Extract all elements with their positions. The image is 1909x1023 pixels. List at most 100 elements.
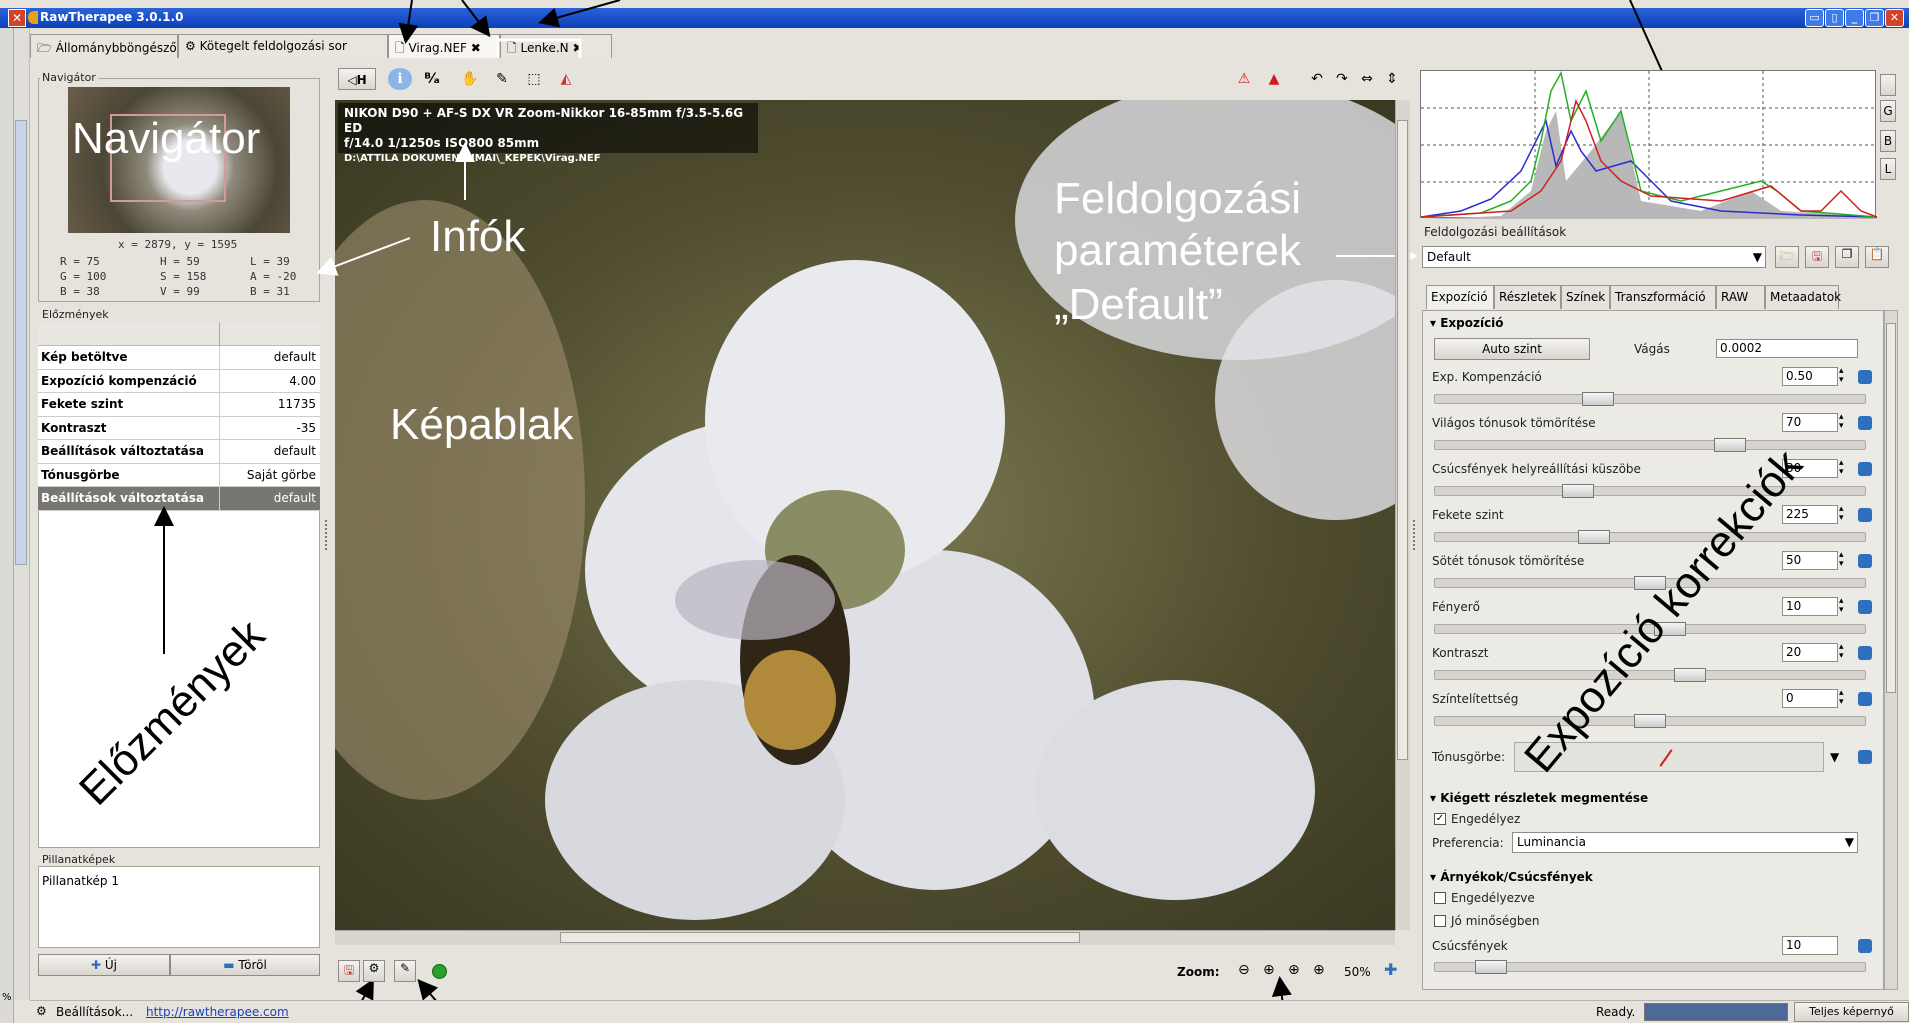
reset-icon[interactable] <box>1858 646 1872 660</box>
param-spin[interactable]: 70 <box>1782 413 1838 432</box>
tab-file-browser[interactable]: 🗁 Állománybböngésző <box>30 34 178 58</box>
spin-arrows-icon[interactable]: ▴ ▾ <box>1839 551 1844 569</box>
shadow-warning-icon[interactable]: ▲ <box>1262 68 1286 90</box>
histogram-toggle-r[interactable] <box>1880 74 1896 96</box>
tool-tab[interactable]: Metaadatok <box>1765 285 1841 309</box>
settings-icon[interactable]: ⚙ <box>36 1004 47 1018</box>
highlight-warning-icon[interactable]: ⚠ <box>1232 68 1256 90</box>
slider-knob[interactable] <box>1475 960 1507 974</box>
preference-select[interactable]: Luminancia ▼ <box>1512 832 1858 853</box>
param-spin[interactable]: 10 <box>1782 597 1838 616</box>
close-button[interactable]: ✕ <box>1885 9 1904 27</box>
new-window-icon[interactable]: ✚ <box>1384 960 1397 979</box>
snapshot-item[interactable]: Pillanatkép 1 <box>42 874 119 888</box>
reset-icon[interactable] <box>1858 939 1872 953</box>
clip-input[interactable]: 0.0002 <box>1716 339 1858 358</box>
reset-icon[interactable] <box>1858 692 1872 706</box>
slider-knob[interactable] <box>1634 714 1666 728</box>
minimize-button[interactable]: _ <box>1845 9 1864 27</box>
website-link[interactable]: http://rawtherapee.com <box>146 1005 289 1019</box>
image-hscrollbar[interactable] <box>335 930 1395 945</box>
tool-tab[interactable]: Transzformáció <box>1610 285 1716 309</box>
image-vscroll-thumb[interactable] <box>1397 120 1408 760</box>
zoom-fit-icon[interactable]: ⊕ <box>1263 962 1275 978</box>
rotate-right-icon[interactable]: ↷ <box>1330 68 1354 90</box>
hide-history-button[interactable]: ◁H <box>338 68 376 90</box>
rotate-left-icon[interactable]: ↶ <box>1305 68 1329 90</box>
param-spin[interactable]: 20 <box>1782 643 1838 662</box>
reset-curve-icon[interactable] <box>1858 750 1872 764</box>
param-spin[interactable]: 0 <box>1782 689 1838 708</box>
histogram-toggle-b[interactable]: B <box>1880 130 1896 152</box>
spin-arrows-icon[interactable]: ▴ ▾ <box>1839 597 1844 615</box>
history-row[interactable]: Kontraszt -35 <box>38 416 320 440</box>
tab-batch-queue[interactable]: ⚙ Kötegelt feldolgozási sor <box>178 34 388 58</box>
queue-icon[interactable]: ⚙ <box>363 960 385 982</box>
save-profile-icon[interactable]: 🖫 <box>1805 246 1829 268</box>
tool-tab[interactable]: RAW <box>1716 285 1765 309</box>
fullscreen-button[interactable]: Teljes képernyő <box>1794 1002 1909 1022</box>
color-picker-icon[interactable]: ✎ <box>490 68 514 90</box>
spin-arrows-icon[interactable]: ▴ ▾ <box>1839 413 1844 431</box>
zoom-in-icon[interactable]: ⊕ <box>1288 962 1300 978</box>
close-window-button[interactable]: ✕ <box>8 9 26 27</box>
before-after-icon[interactable]: ᴮ⁄ₐ <box>420 68 444 90</box>
image-hscroll-thumb[interactable] <box>560 932 1080 943</box>
shadows-highlights-spin[interactable]: 10 <box>1782 936 1838 955</box>
tool-tab[interactable]: Expozíció <box>1426 285 1494 309</box>
maximize-button[interactable]: ❐ <box>1865 9 1884 27</box>
tool-panel-scroll-thumb[interactable] <box>1886 323 1896 693</box>
shadows-enable-checkbox[interactable] <box>1434 892 1446 904</box>
histogram-toggle-l[interactable]: L <box>1880 158 1896 180</box>
high-quality-checkbox[interactable] <box>1434 915 1446 927</box>
image-vscrollbar[interactable] <box>1395 100 1410 930</box>
crop-tool-icon[interactable]: ⬚ <box>522 68 546 90</box>
tab-lenke-nef[interactable]: 🗋 Lenke.N ✖ <box>500 34 612 58</box>
settings-link[interactable]: Beállítások... <box>56 1005 133 1019</box>
slider-knob[interactable] <box>1674 668 1706 682</box>
flip-horizontal-icon[interactable]: ⇔ <box>1355 68 1379 90</box>
param-slider[interactable] <box>1434 668 1866 682</box>
param-slider[interactable] <box>1434 484 1866 498</box>
auto-level-button[interactable]: Auto szint <box>1434 338 1590 360</box>
history-row[interactable]: Beállítások változtatása default <box>38 440 320 464</box>
side-scrollbar-thumb[interactable] <box>15 120 27 565</box>
param-slider[interactable] <box>1434 392 1866 406</box>
new-snapshot-button[interactable]: ✚ Új <box>38 954 170 976</box>
reset-icon[interactable] <box>1858 462 1872 476</box>
history-row[interactable]: Fekete szint 11735 <box>38 393 320 417</box>
param-slider[interactable] <box>1434 438 1866 452</box>
flip-vertical-icon[interactable]: ⇕ <box>1380 68 1404 90</box>
spin-arrows-icon[interactable]: ▴ ▾ <box>1839 689 1844 707</box>
tool-tab[interactable]: Színek <box>1561 285 1610 309</box>
info-toggle-icon[interactable]: ℹ <box>388 68 412 90</box>
reset-icon[interactable] <box>1858 416 1872 430</box>
slider-knob[interactable] <box>1582 392 1614 406</box>
delete-snapshot-button[interactable]: ▬ Töröl <box>170 954 320 976</box>
highlights-enable-checkbox[interactable]: ✓ <box>1434 813 1446 825</box>
shadows-highlights-slider[interactable] <box>1434 960 1866 974</box>
copy-profile-icon[interactable]: ❐ <box>1835 246 1859 268</box>
slider-knob[interactable] <box>1714 438 1746 452</box>
tile-icon[interactable]: ▯ <box>1825 9 1844 27</box>
save-image-icon[interactable]: 🖫 <box>338 960 360 982</box>
exposure-section-header[interactable]: ▾ Expozíció <box>1430 316 1504 330</box>
reset-icon[interactable] <box>1858 508 1872 522</box>
param-slider[interactable] <box>1434 576 1866 590</box>
histogram-toggle-g[interactable]: G <box>1880 100 1896 122</box>
zoom-out-icon[interactable]: ⊖ <box>1238 962 1250 978</box>
reset-icon[interactable] <box>1858 370 1872 384</box>
hand-tool-icon[interactable]: ✋ <box>458 68 482 90</box>
straighten-tool-icon[interactable]: ◭ <box>554 68 578 90</box>
tool-tab[interactable]: Részletek <box>1494 285 1561 309</box>
right-splitter[interactable] <box>1413 520 1417 550</box>
tool-panel-scrollbar[interactable] <box>1884 310 1898 990</box>
reset-icon[interactable] <box>1858 600 1872 614</box>
history-row[interactable]: Expozíció kompenzáció 4.00 <box>38 369 320 393</box>
zoom-100-icon[interactable]: ⊕ <box>1313 962 1325 978</box>
tab-virag-nef[interactable]: 🗋 Virag.NEF ✖ <box>388 34 500 58</box>
param-spin[interactable]: 0.50 <box>1782 367 1838 386</box>
slider-knob[interactable] <box>1562 484 1594 498</box>
paste-profile-icon[interactable]: 📋 <box>1865 246 1889 268</box>
edit-external-icon[interactable]: ✎ <box>394 960 416 982</box>
